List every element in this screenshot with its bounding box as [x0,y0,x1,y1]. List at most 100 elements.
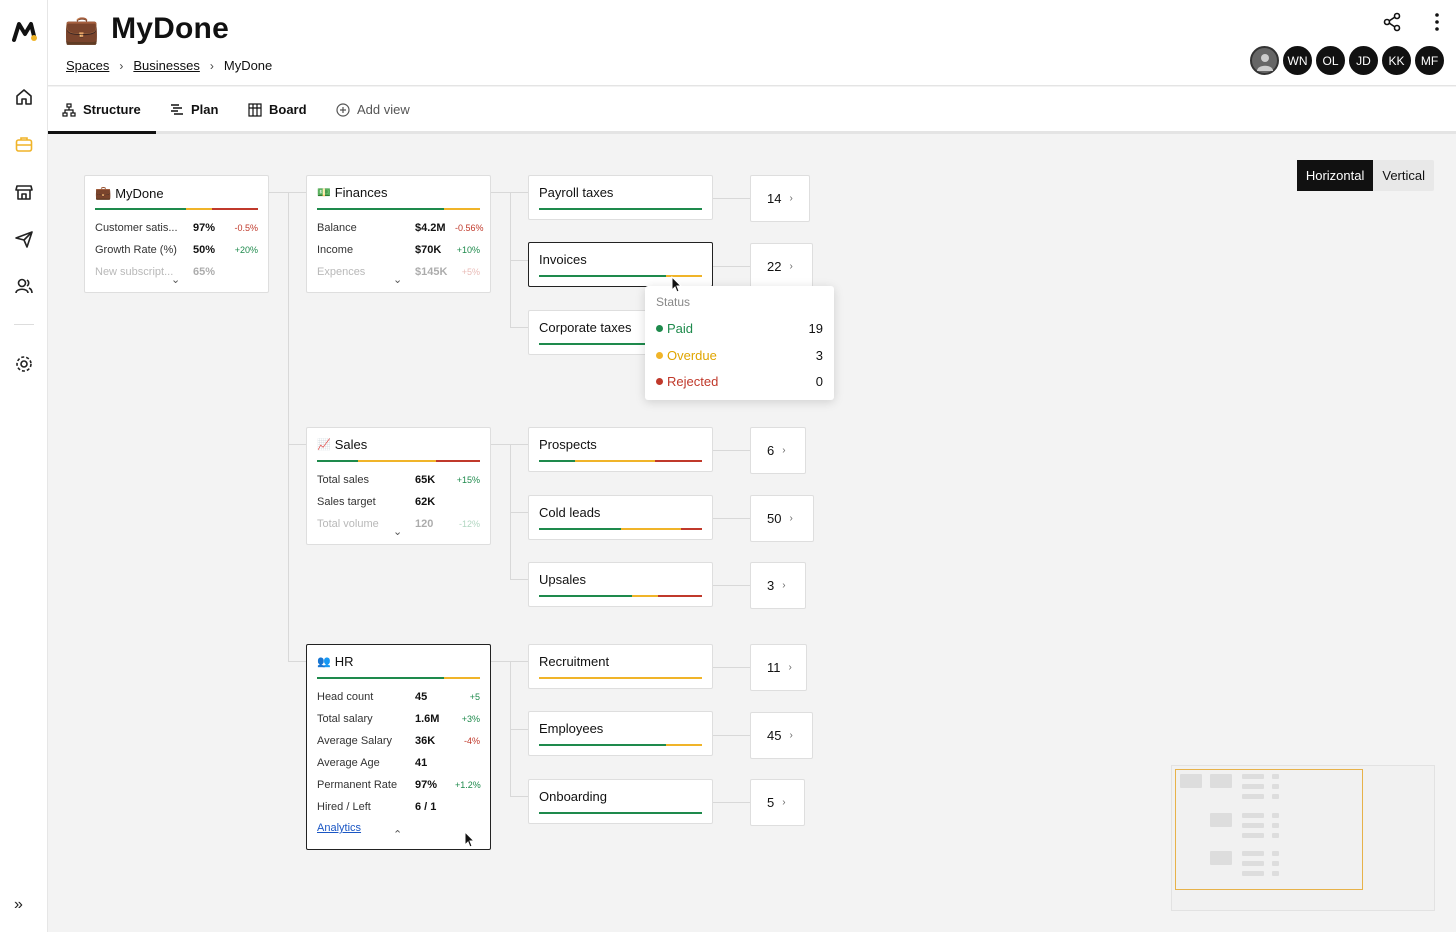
plan-icon [171,103,183,115]
count-value: 6 [767,443,775,458]
employees-count[interactable]: 45 › [750,712,813,759]
invoices-count[interactable]: 22 › [750,243,813,290]
status-bar [317,460,480,462]
avatar-photo[interactable] [1250,46,1279,75]
connector-line [713,198,750,199]
chevron-down-icon[interactable]: ⌄ [393,273,402,286]
chevron-up-icon[interactable]: ⌃ [393,828,402,841]
board-icon [248,102,262,117]
hr-card[interactable]: 👥 HR Head count 45 +5 Total salary 1.6M +3% A… [306,644,491,850]
cold-leads-card[interactable]: Cold leads [528,495,713,540]
tab-label: Plan [191,102,219,117]
upsales-count[interactable]: 3 › [750,562,806,609]
minimap-node [1242,833,1264,838]
finances-card[interactable]: 💵 Finances Balance $4.2M -0.56% Income $70K +… [306,175,491,293]
status-bar [539,677,702,679]
connector-line [288,661,306,662]
payroll-count[interactable]: 14 › [750,175,810,222]
connector-line [713,450,750,451]
employees-card[interactable]: Employees [528,711,713,756]
settings-icon[interactable] [12,352,36,376]
connector-line [510,579,528,580]
status-bar [539,744,702,746]
tab-structure[interactable]: Structure [62,102,141,117]
chevron-down-icon[interactable]: ⌄ [393,525,402,538]
root-card[interactable]: 💼 MyDone Customer satis... 97% -0.5% Growth… [84,175,269,293]
minimap-node [1242,774,1264,779]
more-vertical-icon[interactable] [1434,12,1440,37]
minimap-node [1272,784,1279,789]
toggle-horizontal[interactable]: Horizontal [1296,160,1374,191]
payroll-taxes-card[interactable]: Payroll taxes [528,175,713,220]
connector-line [510,260,528,261]
status-bar [539,812,702,814]
metric-row: Balance $4.2M -0.56% [317,222,484,234]
minimap-node [1272,813,1279,818]
count-value: 5 [767,795,775,810]
chevron-down-icon[interactable]: ⌄ [171,273,180,286]
tab-label: Add view [357,102,410,117]
sales-card[interactable]: 📈 Sales Total sales 65K +15% Sales target 62… [306,427,491,545]
app-logo[interactable] [12,18,38,44]
count-value: 14 [767,191,782,206]
connector-line [288,444,306,445]
send-icon[interactable] [12,227,36,251]
connector-line [713,518,750,519]
connector-line [288,192,289,662]
users-icon[interactable] [12,274,36,298]
prospects-count[interactable]: 6 › [750,427,806,474]
connector-line [713,802,750,803]
toggle-vertical[interactable]: Vertical [1373,160,1434,191]
minimap-node [1242,861,1264,866]
recruitment-card[interactable]: Recruitment [528,644,713,689]
expand-sidebar-icon[interactable]: » [14,896,23,914]
card-title: Recruitment [539,654,610,669]
card-title: Payroll taxes [539,185,614,200]
metric-row: Average Age 41 [317,757,428,769]
chevron-right-icon: › [789,261,793,272]
metric-row: Total sales 65K +15% [317,474,480,486]
upsales-card[interactable]: Upsales [528,562,713,607]
prospects-card[interactable]: Prospects [528,427,713,472]
onboarding-card[interactable]: Onboarding [528,779,713,824]
home-icon[interactable] [12,85,36,109]
analytics-link[interactable]: Analytics [317,822,361,834]
card-title: 💵 Finances [317,185,387,200]
metric-row: Average Salary 36K -4% [317,735,480,747]
avatar[interactable]: OL [1316,46,1345,75]
card-title: 💼 MyDone [95,185,164,201]
status-bar [317,677,480,679]
recruitment-count[interactable]: 11 › [750,644,807,691]
card-title: 📈 Sales [317,437,367,452]
minimap-node [1272,794,1279,799]
active-tab-indicator [48,131,156,134]
connector-line [713,667,750,668]
avatar[interactable]: MF [1415,46,1444,75]
minimap-node [1242,823,1264,828]
minimap-node [1272,861,1279,866]
briefcase-icon[interactable] [12,132,36,156]
tab-board[interactable]: Board [248,102,307,117]
breadcrumb-spaces[interactable]: Spaces [66,58,109,73]
store-icon[interactable] [12,180,36,204]
card-title-text: HR [334,654,354,669]
minimap-node [1242,794,1264,799]
tab-add-view[interactable]: Add view [336,102,410,117]
avatar[interactable]: WN [1283,46,1312,75]
invoices-card[interactable]: Invoices [528,242,713,287]
minimap[interactable] [1171,765,1435,911]
avatar[interactable]: JD [1349,46,1378,75]
breadcrumb: Spaces › Businesses › MyDone [66,58,272,73]
metric-row: Customer satis... 97% -0.5% [95,222,258,234]
breadcrumb-businesses[interactable]: Businesses [133,58,199,73]
green-dot-icon [656,325,663,332]
avatar[interactable]: KK [1382,46,1411,75]
tab-plan[interactable]: Plan [170,102,218,117]
metric-row: Permanent Rate 97% +1.2% [317,779,481,791]
share-icon[interactable] [1382,12,1402,37]
onboarding-count[interactable]: 5 › [750,779,805,826]
card-title-text: MyDone [115,185,164,201]
minimap-viewport[interactable] [1175,769,1363,890]
minimap-node [1272,871,1279,876]
cold-leads-count[interactable]: 50 › [750,495,814,542]
